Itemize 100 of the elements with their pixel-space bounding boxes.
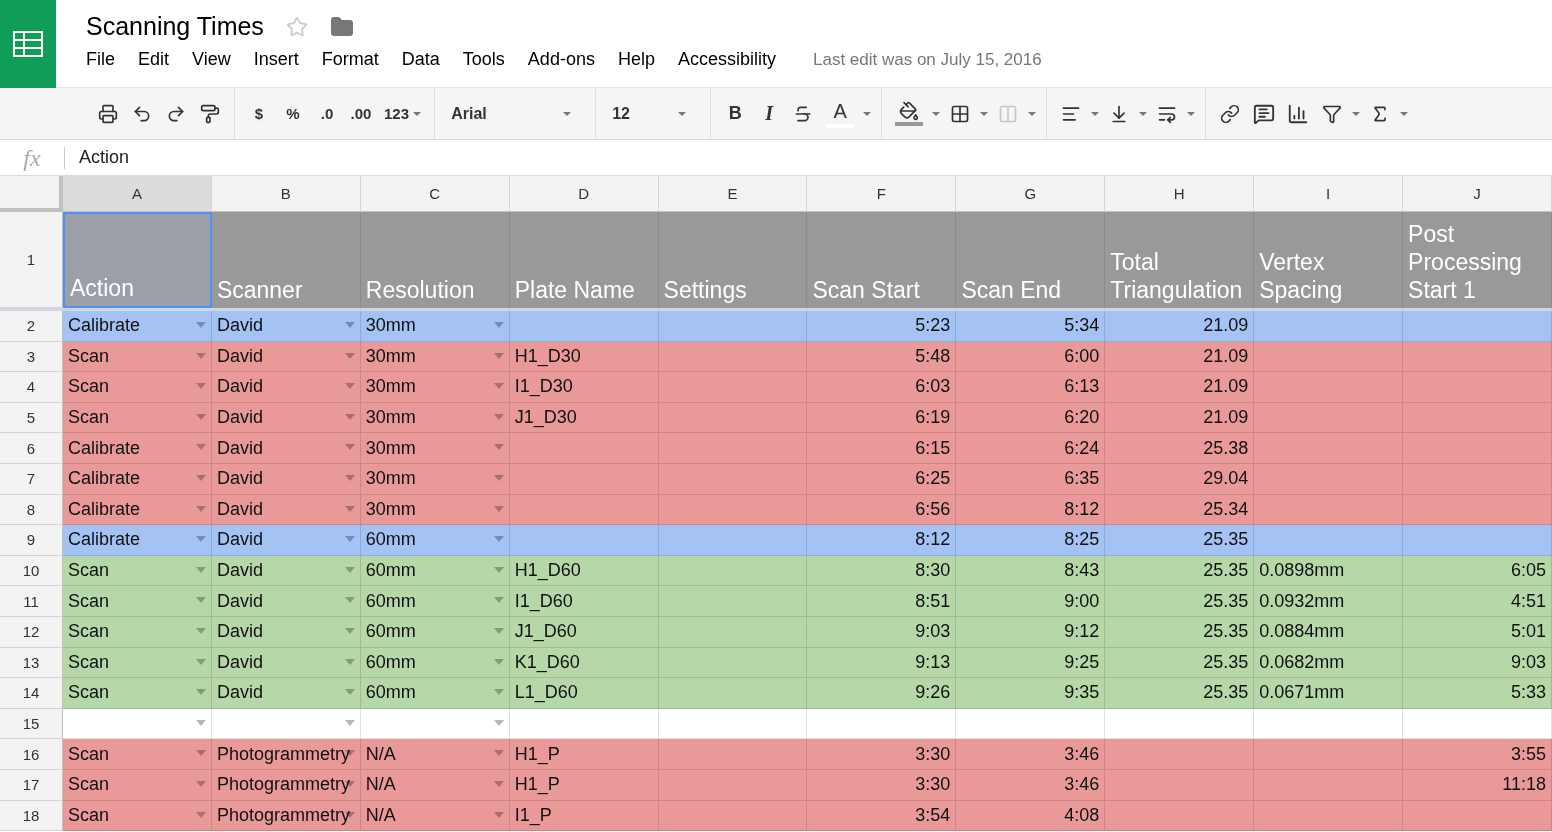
table-cell[interactable]: David (211, 433, 361, 464)
table-cell[interactable]: David (211, 494, 361, 526)
row-header[interactable]: 15 (0, 708, 63, 740)
table-cell[interactable]: 5:34 (956, 311, 1106, 342)
table-cell[interactable]: 60mm (360, 586, 510, 617)
table-cell[interactable]: 5:23 (807, 311, 957, 342)
column-header[interactable]: D (509, 176, 659, 212)
table-cell[interactable]: Calibrate (63, 433, 212, 464)
menu-item[interactable]: View (192, 47, 243, 72)
table-cell[interactable] (1254, 433, 1404, 464)
table-cell[interactable]: 9:03 (1403, 647, 1552, 679)
table-cell[interactable] (658, 647, 808, 679)
folder-icon[interactable] (329, 14, 354, 39)
table-cell[interactable]: Scan (63, 739, 212, 770)
table-cell[interactable]: 9:12 (956, 616, 1106, 648)
table-cell[interactable]: David (211, 402, 361, 434)
table-cell[interactable]: 25.35 (1105, 647, 1255, 679)
table-cell[interactable] (658, 678, 808, 709)
table-cell[interactable]: 0.0932mm (1254, 586, 1404, 617)
table-cell[interactable]: Scan (63, 372, 212, 403)
table-cell[interactable]: Scan (63, 586, 212, 617)
table-cell[interactable]: 25.35 (1105, 525, 1255, 556)
column-header[interactable]: E (658, 176, 808, 212)
table-cell[interactable]: 4:51 (1403, 586, 1552, 617)
table-cell[interactable]: 21.09 (1105, 372, 1255, 403)
table-cell[interactable] (658, 433, 808, 464)
column-header[interactable]: B (211, 176, 361, 212)
table-cell[interactable]: I1_D60 (509, 586, 659, 617)
table-cell[interactable]: Scan (63, 678, 212, 709)
table-cell[interactable]: 25.38 (1105, 433, 1255, 464)
table-cell[interactable]: 25.35 (1105, 555, 1255, 587)
menu-item[interactable]: Insert (253, 47, 311, 72)
table-cell[interactable]: Scan (63, 800, 212, 832)
table-cell[interactable]: Scan (63, 769, 212, 801)
row-header[interactable]: 6 (0, 433, 63, 464)
table-cell[interactable] (956, 708, 1106, 740)
table-cell[interactable] (658, 311, 808, 342)
table-cell[interactable] (658, 372, 808, 403)
table-cell[interactable]: 0.0682mm (1254, 647, 1404, 679)
table-cell[interactable]: 0.0884mm (1254, 616, 1404, 648)
table-cell[interactable]: David (211, 555, 361, 587)
table-cell[interactable]: 9:13 (807, 647, 957, 679)
table-cell[interactable]: 3:46 (956, 769, 1106, 801)
select-all-corner[interactable] (0, 176, 63, 212)
table-cell[interactable] (1105, 769, 1255, 801)
table-cell[interactable]: David (211, 341, 361, 373)
table-cell[interactable]: Scan (63, 402, 212, 434)
table-cell[interactable]: Calibrate (63, 311, 212, 342)
table-cell[interactable] (658, 402, 808, 434)
table-cell[interactable]: J1_D30 (509, 402, 659, 434)
table-cell[interactable]: 8:12 (956, 494, 1106, 526)
table-cell[interactable]: 6:24 (956, 433, 1106, 464)
table-cell[interactable]: 5:48 (807, 341, 957, 373)
row-header[interactable]: 18 (0, 800, 63, 832)
table-cell[interactable]: 8:30 (807, 555, 957, 587)
table-cell[interactable] (1254, 525, 1404, 556)
table-cell[interactable]: I1_P (509, 800, 659, 832)
column-header[interactable]: A (63, 176, 212, 212)
increase-decimals-button[interactable]: .00 (347, 97, 375, 130)
row-header[interactable]: 8 (0, 494, 63, 526)
table-cell[interactable]: David (211, 372, 361, 403)
table-cell[interactable] (211, 708, 361, 740)
table-cell[interactable] (509, 311, 659, 342)
table-cell[interactable] (658, 769, 808, 801)
table-cell[interactable]: 30mm (360, 372, 510, 403)
star-icon[interactable] (285, 15, 308, 38)
table-cell[interactable] (1105, 708, 1255, 740)
row-header[interactable]: 9 (0, 525, 63, 556)
table-cell[interactable] (1403, 433, 1552, 464)
table-cell[interactable]: 3:46 (956, 739, 1106, 770)
table-cell[interactable] (1254, 341, 1404, 373)
formula-field[interactable]: Action (79, 147, 130, 168)
table-cell[interactable] (509, 708, 659, 740)
menu-item[interactable]: Data (401, 47, 452, 72)
table-cell[interactable] (1403, 402, 1552, 434)
text-color-button[interactable]: A (823, 97, 858, 130)
table-cell[interactable]: N/A (360, 769, 510, 801)
table-cell[interactable] (509, 463, 659, 495)
table-cell[interactable] (1254, 402, 1404, 434)
table-cell[interactable] (1254, 708, 1404, 740)
row-header[interactable]: 3 (0, 341, 63, 373)
font-size-select[interactable]: 12 (606, 97, 701, 130)
column-header[interactable]: I (1254, 176, 1404, 212)
table-cell[interactable]: K1_D60 (509, 647, 659, 679)
table-cell[interactable]: David (211, 311, 361, 342)
table-cell[interactable]: Calibrate (63, 463, 212, 495)
table-cell[interactable] (658, 616, 808, 648)
italic-button[interactable]: I (755, 97, 784, 130)
table-cell[interactable]: 21.09 (1105, 311, 1255, 342)
row-header[interactable]: 2 (0, 311, 63, 342)
table-cell[interactable]: 0.0898mm (1254, 555, 1404, 587)
row-header[interactable]: 1 (0, 212, 63, 308)
column-header[interactable]: F (807, 176, 957, 212)
table-cell[interactable] (63, 708, 212, 740)
table-cell[interactable]: 9:25 (956, 647, 1106, 679)
table-cell[interactable]: H1_D30 (509, 341, 659, 373)
table-cell[interactable]: Scan (63, 647, 212, 679)
table-cell[interactable]: 30mm (360, 463, 510, 495)
table-cell[interactable] (1254, 372, 1404, 403)
table-cell[interactable]: 30mm (360, 433, 510, 464)
